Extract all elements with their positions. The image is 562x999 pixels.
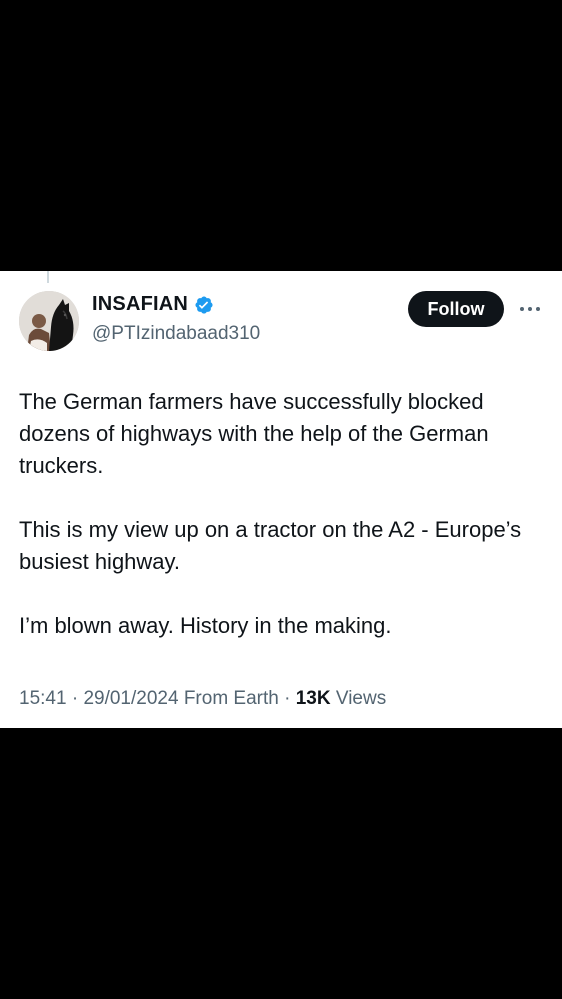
verified-badge-icon [194, 295, 214, 315]
tweet-card: INSAFIAN @PTIzindabaad310 Follow The Ger… [0, 271, 562, 728]
tweet-date[interactable]: 29/01/2024 [83, 688, 178, 709]
tweet-paragraph-1: The German farmers have successfully blo… [19, 389, 489, 478]
meta-separator: · [284, 688, 296, 709]
thread-connector-line [47, 271, 49, 283]
tweet-time[interactable]: 15:41 [19, 688, 67, 709]
author-name-row: INSAFIAN [92, 293, 214, 316]
author-handle[interactable]: @PTIzindabaad310 [92, 323, 260, 345]
views-count[interactable]: 13K [296, 688, 331, 709]
views-label: Views [335, 688, 387, 709]
tweet-paragraph-2: This is my view up on a tractor on the A… [19, 517, 522, 574]
more-horizontal-icon [520, 307, 540, 311]
author-display-name[interactable]: INSAFIAN [92, 293, 188, 316]
follow-button[interactable]: Follow [408, 291, 504, 327]
meta-separator: · [71, 688, 84, 709]
horse-avatar-image [19, 291, 79, 351]
top-black-area [0, 0, 562, 271]
tweet-source: From Earth [183, 688, 279, 709]
tweet-text: The German farmers have successfully blo… [19, 386, 549, 642]
avatar[interactable] [19, 291, 79, 351]
more-options-button[interactable] [518, 299, 542, 319]
tweet-paragraph-3: I’m blown away. History in the making. [19, 613, 392, 638]
bottom-black-area [0, 728, 562, 999]
tweet-metadata: 15:41 · 29/01/2024 From Earth · 13K View… [19, 688, 386, 710]
